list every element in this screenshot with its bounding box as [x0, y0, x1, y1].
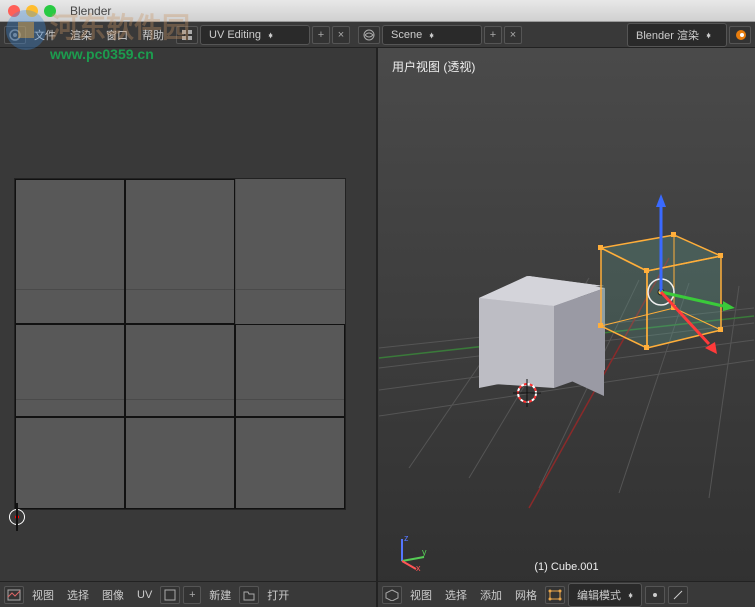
menu-render[interactable]: 渲染 — [64, 24, 98, 46]
blender-logo-icon — [729, 26, 751, 44]
scene-label: Scene — [391, 29, 422, 41]
uv-menu-uvs[interactable]: UV — [132, 586, 157, 604]
editor-type-icon[interactable] — [4, 26, 26, 44]
3d-menu-view[interactable]: 视图 — [405, 584, 437, 606]
uv-open-folder-icon[interactable] — [239, 586, 259, 604]
3d-menu-mesh[interactable]: 网格 — [510, 584, 542, 606]
3d-canvas[interactable]: 用户视图 (透视) — [378, 48, 755, 581]
uv-islands — [15, 179, 345, 509]
scene-dropdown[interactable]: Scene — [382, 25, 482, 45]
uv-toolbar: 视图 选择 图像 UV + 新建 打开 — [0, 581, 376, 607]
3d-menu-add[interactable]: 添加 — [475, 584, 507, 606]
layout-remove-button[interactable]: × — [332, 26, 350, 44]
uv-editor-type-icon[interactable] — [4, 586, 24, 604]
uv-canvas[interactable] — [0, 48, 376, 581]
mode-icon[interactable] — [545, 586, 565, 604]
layout-label: UV Editing — [209, 29, 261, 41]
select-mode-edge-icon[interactable] — [668, 586, 688, 604]
uv-2d-cursor — [6, 506, 28, 528]
info-header: 文件 渲染 窗口 帮助 UV Editing + × Scene + × Ble… — [0, 22, 755, 48]
close-window-button[interactable] — [8, 5, 20, 17]
menu-help[interactable]: 帮助 — [136, 24, 170, 46]
3d-viewport: 用户视图 (透视) — [378, 48, 755, 607]
cube-solid-left — [479, 298, 554, 388]
svg-text:y: y — [422, 547, 427, 557]
uv-new-label[interactable]: 新建 — [204, 584, 236, 606]
uv-menu-image[interactable]: 图像 — [97, 584, 129, 606]
axis-mini-widget: z y x — [392, 531, 432, 571]
3d-menu-select[interactable]: 选择 — [440, 584, 472, 606]
minimize-window-button[interactable] — [26, 5, 38, 17]
scene-add-button[interactable]: + — [484, 26, 502, 44]
render-engine-label: Blender 渲染 — [636, 27, 699, 43]
mode-label: 编辑模式 — [577, 587, 621, 603]
uv-image-browse-icon[interactable] — [160, 586, 180, 604]
layout-browse-icon[interactable] — [176, 26, 198, 44]
3d-toolbar: 视图 选择 添加 网格 编辑模式 — [378, 581, 755, 607]
menu-window[interactable]: 窗口 — [100, 24, 134, 46]
uv-editor: 视图 选择 图像 UV + 新建 打开 — [0, 48, 378, 607]
3d-editor-type-icon[interactable] — [382, 586, 402, 604]
uv-new-image-button[interactable]: + — [183, 586, 201, 604]
mode-dropdown[interactable]: 编辑模式 — [568, 583, 642, 607]
layout-add-button[interactable]: + — [312, 26, 330, 44]
active-object-label: (1) Cube.001 — [534, 561, 598, 573]
uv-menu-view[interactable]: 视图 — [27, 584, 59, 606]
layout-dropdown[interactable]: UV Editing — [200, 25, 310, 45]
3d-scene — [378, 48, 755, 581]
window-title: Blender — [70, 4, 111, 18]
uv-grid — [14, 178, 346, 510]
uv-menu-select[interactable]: 选择 — [62, 584, 94, 606]
svg-text:z: z — [404, 533, 409, 543]
select-mode-vertex-icon[interactable] — [645, 586, 665, 604]
window-titlebar: Blender — [0, 0, 755, 22]
main-split: 视图 选择 图像 UV + 新建 打开 用户视图 (透视) — [0, 48, 755, 607]
zoom-window-button[interactable] — [44, 5, 56, 17]
svg-text:x: x — [416, 563, 421, 571]
viewport-header-text: 用户视图 (透视) — [392, 58, 475, 75]
scene-remove-button[interactable]: × — [504, 26, 522, 44]
scene-browse-icon[interactable] — [358, 26, 380, 44]
render-engine-dropdown[interactable]: Blender 渲染 — [627, 23, 727, 47]
menu-file[interactable]: 文件 — [28, 24, 62, 46]
uv-open-label[interactable]: 打开 — [262, 584, 294, 606]
